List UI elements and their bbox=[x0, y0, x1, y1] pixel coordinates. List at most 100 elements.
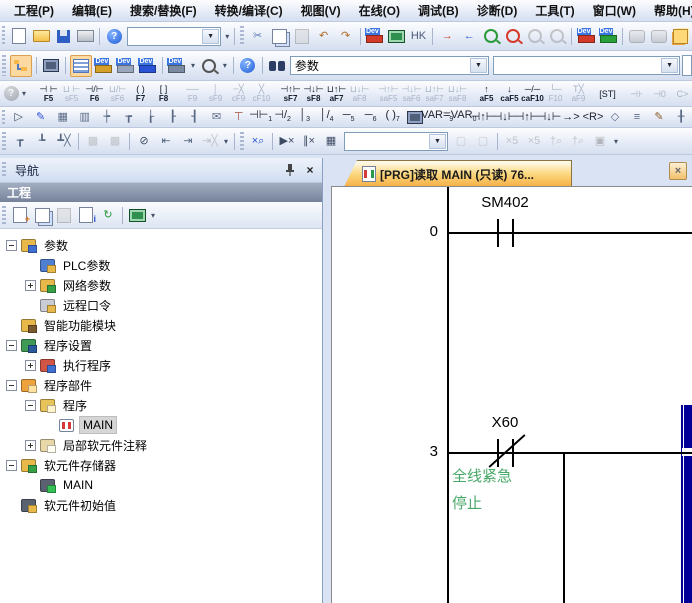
tree-item-参数[interactable]: 参数 bbox=[0, 235, 322, 255]
expand-icon[interactable] bbox=[25, 280, 36, 291]
navigation-window-toggle[interactable] bbox=[10, 55, 32, 77]
condition-2-button[interactable]: ×5 bbox=[524, 131, 544, 151]
falling-edge-button[interactable]: ↓caF5 bbox=[499, 82, 520, 106]
monitor-pause-button[interactable] bbox=[525, 26, 545, 46]
nav-tools-chevron[interactable]: ▾ bbox=[148, 211, 158, 220]
tab-close-button[interactable]: × bbox=[669, 162, 687, 180]
menu-item-1[interactable]: 编辑(E) bbox=[63, 0, 121, 21]
pulse-contact-2-button[interactable]: ⊣↓⊢ bbox=[495, 107, 515, 127]
tree-item-智能功能模块[interactable]: 智能功能模块 bbox=[0, 315, 322, 335]
save-project-button[interactable] bbox=[53, 26, 73, 46]
expand-icon[interactable] bbox=[25, 360, 36, 371]
read-from-plc-button[interactable]: ← bbox=[459, 26, 479, 46]
new-project-button[interactable] bbox=[9, 26, 29, 46]
list-edit-button[interactable]: ≡ bbox=[627, 107, 647, 127]
monitor-resume-button[interactable] bbox=[547, 26, 567, 46]
condition-1-button[interactable]: ×5 bbox=[502, 131, 522, 151]
tree-item-网络参数[interactable]: 网络参数 bbox=[0, 275, 322, 295]
step-pause-button[interactable]: ∥× bbox=[299, 131, 319, 151]
help-balloon-button[interactable]: ? bbox=[238, 56, 258, 76]
cut-button[interactable]: ✂ bbox=[248, 26, 268, 46]
menu-item-8[interactable]: 工具(T) bbox=[526, 0, 583, 21]
insert-row-below-button[interactable]: ┺ bbox=[32, 131, 52, 151]
vertical-closed-4-button[interactable]: │/4 bbox=[317, 107, 337, 127]
menu-item-0[interactable]: 工程(P) bbox=[5, 0, 63, 21]
tree-item-程序[interactable]: 程序 bbox=[0, 395, 322, 415]
write-mode-button[interactable]: ▥ bbox=[75, 107, 95, 127]
watch-start-button[interactable]: ▢ bbox=[451, 131, 471, 151]
condition-3-button[interactable]: †⌕ bbox=[546, 131, 566, 151]
tree-item-main-9[interactable]: MAIN bbox=[0, 415, 322, 435]
tree-item-局部软元件注释[interactable]: 局部软元件注释 bbox=[0, 435, 322, 455]
condition-4-button[interactable]: †⌕ bbox=[568, 131, 588, 151]
tree-item-软元件存储器[interactable]: 软元件存储器 bbox=[0, 455, 322, 475]
pulse-negation-branch-2-button[interactable]: ⊔↓⊢saF8 bbox=[447, 82, 468, 106]
inline-st-2-button[interactable]: ⊣0 bbox=[649, 82, 670, 106]
watch-combo[interactable]: ▼ bbox=[344, 132, 448, 151]
rung-merge-button[interactable]: ┠ bbox=[163, 107, 183, 127]
collapse-icon[interactable] bbox=[6, 340, 17, 351]
write-to-plc-button[interactable]: → bbox=[437, 26, 457, 46]
find-button[interactable] bbox=[267, 56, 287, 76]
delete-row-button[interactable]: ┻╳ bbox=[54, 131, 74, 151]
menu-item-7[interactable]: 诊断(D) bbox=[468, 0, 527, 21]
project-combo[interactable]: ▼ bbox=[127, 27, 221, 46]
pulse-negation-1-button[interactable]: ⊣↑⊢saF5 bbox=[378, 82, 399, 106]
find-target-combo[interactable]: 参数▼ bbox=[290, 56, 489, 75]
tree-item-程序部件[interactable]: 程序部件 bbox=[0, 375, 322, 395]
device-display-chevron[interactable]: ▾ bbox=[188, 61, 198, 70]
edit-mode-button[interactable]: ✎ bbox=[31, 107, 51, 127]
comment-display-button[interactable] bbox=[627, 26, 647, 46]
rising-edge-button[interactable]: ↑aF5 bbox=[476, 82, 497, 106]
horizontal-line-button[interactable]: ──F9 bbox=[182, 82, 203, 106]
paste-button[interactable] bbox=[292, 26, 312, 46]
debug-toolbar-chevron[interactable]: ▾ bbox=[611, 137, 621, 146]
open-branch-button[interactable]: ⊔ ⊢sF5 bbox=[61, 82, 82, 106]
undo-button[interactable]: ↶ bbox=[314, 26, 334, 46]
device-display-setting-button[interactable] bbox=[127, 205, 147, 225]
scan-grid-button[interactable]: ▦ bbox=[321, 131, 341, 151]
tree-item-软元件初始值[interactable]: 软元件初始值 bbox=[0, 495, 322, 515]
shift-left-button[interactable]: ⇤ bbox=[156, 131, 176, 151]
menu-item-2[interactable]: 搜索/替换(F) bbox=[121, 0, 206, 21]
work-list-toggle[interactable] bbox=[70, 55, 92, 77]
open-project-button[interactable] bbox=[31, 26, 51, 46]
collapse-icon[interactable] bbox=[6, 240, 17, 251]
delete-horizontal-line-button[interactable]: ╌╳cF9 bbox=[228, 82, 249, 106]
no-display-button[interactable]: ⊘ bbox=[134, 131, 154, 151]
print-button[interactable] bbox=[75, 26, 95, 46]
falling-pulse-button[interactable]: ⊣↓⊢sF8 bbox=[303, 82, 324, 106]
ladder-help-chevron[interactable]: ▾ bbox=[22, 89, 26, 98]
closed-branch-button[interactable]: ⊔/⊢sF6 bbox=[107, 82, 128, 106]
read-mode-button[interactable]: ▦ bbox=[53, 107, 73, 127]
module-configuration-button[interactable] bbox=[41, 56, 61, 76]
closed-contact-2-button[interactable]: ⊣/2 bbox=[273, 107, 293, 127]
vertical-branch-button[interactable]: ┟ bbox=[141, 107, 161, 127]
help-button[interactable]: ? bbox=[104, 26, 124, 46]
select-mode-button[interactable]: ▷ bbox=[9, 107, 29, 127]
find-mode-button[interactable] bbox=[199, 56, 219, 76]
delete-branch-button[interactable]: T╳aF9 bbox=[568, 82, 589, 106]
coil-button[interactable]: ( )F7 bbox=[130, 82, 151, 106]
combo-dropdown-icon[interactable]: ▼ bbox=[661, 58, 678, 73]
return-button[interactable]: <R> bbox=[583, 107, 603, 127]
data-property-button[interactable]: i bbox=[76, 205, 96, 225]
tree-item-程序设置[interactable]: 程序设置 bbox=[0, 335, 322, 355]
inline-st-3-button[interactable]: C> bbox=[672, 82, 692, 106]
selection-block[interactable] bbox=[681, 405, 692, 603]
menu-item-3[interactable]: 转换/编译(C) bbox=[206, 0, 292, 21]
device-memory-button[interactable]: Dev bbox=[138, 56, 158, 76]
edit-block-1-button[interactable]: ▩ bbox=[83, 131, 103, 151]
collapse-icon[interactable] bbox=[25, 400, 36, 411]
pulse-contact-3-button[interactable]: ⊣↑⊢ bbox=[517, 107, 537, 127]
open-contact-button[interactable]: ⊣ ⊢F5 bbox=[38, 82, 59, 106]
expand-icon[interactable] bbox=[25, 440, 36, 451]
pulse-contact-4-button[interactable]: ⊣↓⊢ bbox=[539, 107, 559, 127]
collapse-icon[interactable] bbox=[6, 460, 17, 471]
rising-pulse-button[interactable]: ⊣↑⊢sF7 bbox=[280, 82, 301, 106]
add-rung-button[interactable]: ╂ bbox=[671, 107, 691, 127]
device-comment-edit-button[interactable]: Dev bbox=[94, 56, 114, 76]
horizontal-6-button[interactable]: ─6 bbox=[361, 107, 381, 127]
insert-branch-button[interactable]: ┲ bbox=[119, 107, 139, 127]
open-contact-1-button[interactable]: ⊣⊢1 bbox=[251, 107, 271, 127]
